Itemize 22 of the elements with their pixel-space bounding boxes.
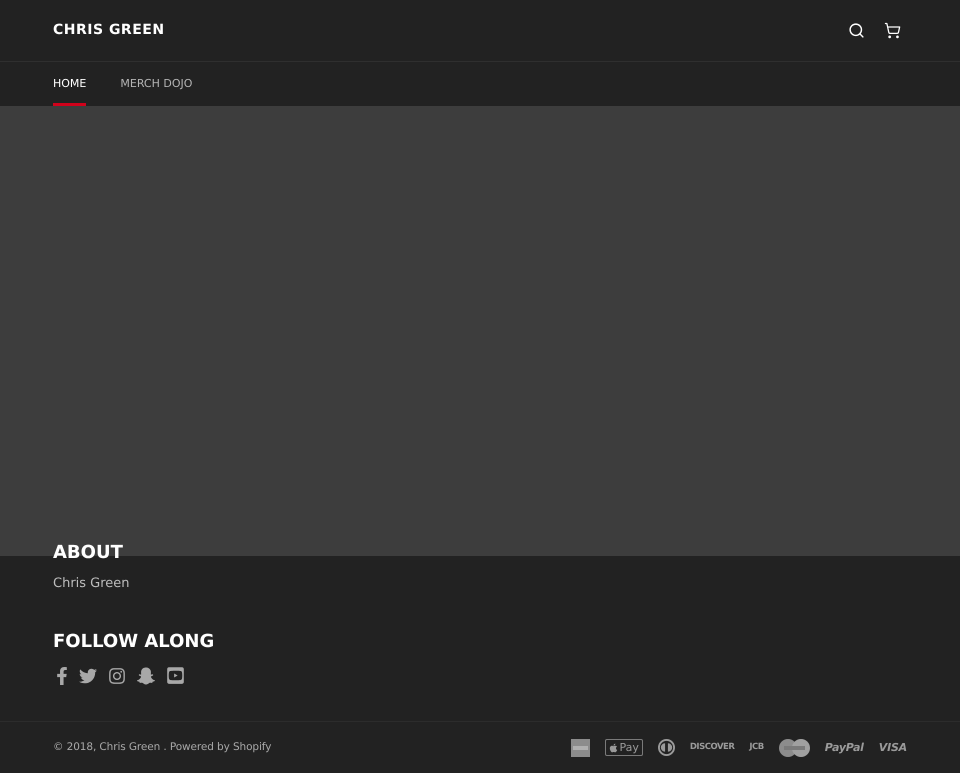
follow-heading: FOLLOW ALONG: [53, 630, 214, 654]
apple-icon: [609, 742, 618, 752]
overlapping-circles-icon: [778, 738, 810, 756]
camera-icon[interactable]: [108, 666, 126, 684]
payment-wordmark: PayPal: [824, 742, 864, 753]
square-card-icon: [571, 738, 590, 756]
nav-link[interactable]: MERCH DOJO: [120, 62, 192, 106]
copyright-text: © 2018, Chris Green . Powered by Shopify: [53, 740, 272, 755]
about-heading: ABOUT: [53, 541, 123, 565]
ghost-icon[interactable]: [137, 666, 155, 684]
cart-icon[interactable]: [884, 22, 901, 39]
bird-icon[interactable]: [79, 666, 97, 684]
payment-wordmark: DISCOVER: [690, 743, 734, 752]
payment-wordmark: JCB: [749, 743, 764, 752]
store-logo[interactable]: CHRIS GREEN: [53, 20, 165, 41]
search-icon[interactable]: [848, 22, 865, 39]
payment-wordmark: VISA: [878, 742, 907, 753]
play-icon[interactable]: [166, 666, 185, 685]
pay-label: Pay: [619, 742, 639, 753]
about-text: Chris Green: [53, 575, 130, 593]
circle-logo-icon: [658, 739, 675, 756]
letter-f-icon[interactable]: [56, 666, 68, 684]
